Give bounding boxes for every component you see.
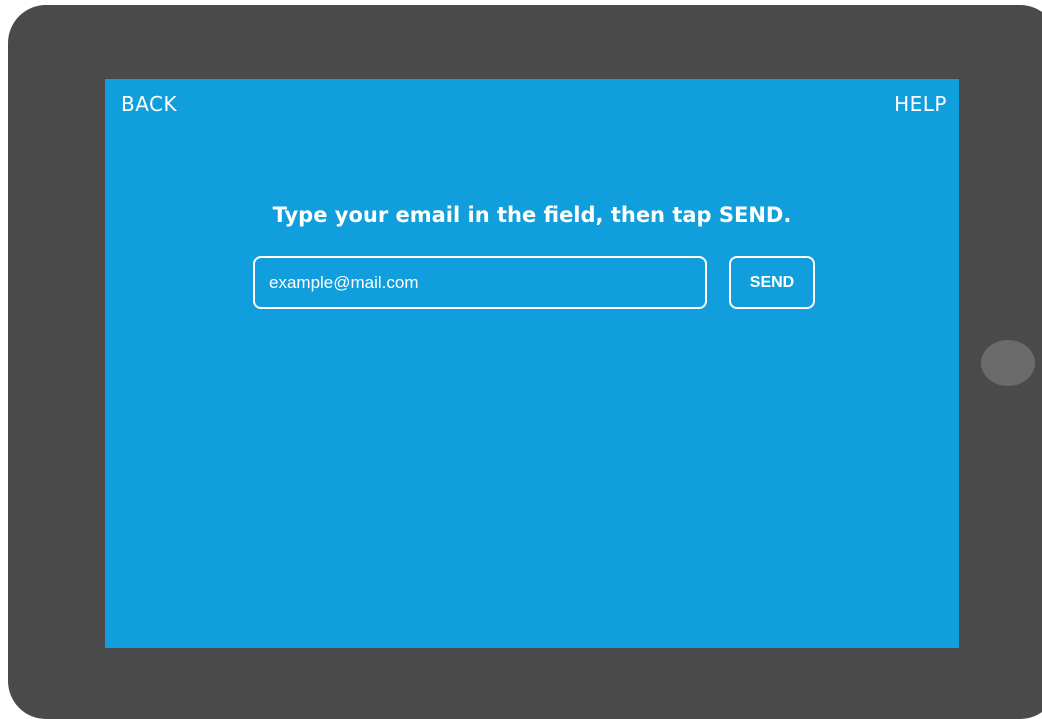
back-button[interactable]: BACK — [121, 92, 177, 116]
instruction-text: Type your email in the field, then tap S… — [272, 203, 792, 227]
app-screen: BACK HELP Type your email in the field, … — [105, 79, 959, 648]
home-button[interactable] — [981, 340, 1035, 386]
email-input[interactable] — [253, 256, 707, 309]
help-button[interactable]: HELP — [894, 92, 947, 116]
send-button[interactable]: SEND — [729, 256, 815, 309]
